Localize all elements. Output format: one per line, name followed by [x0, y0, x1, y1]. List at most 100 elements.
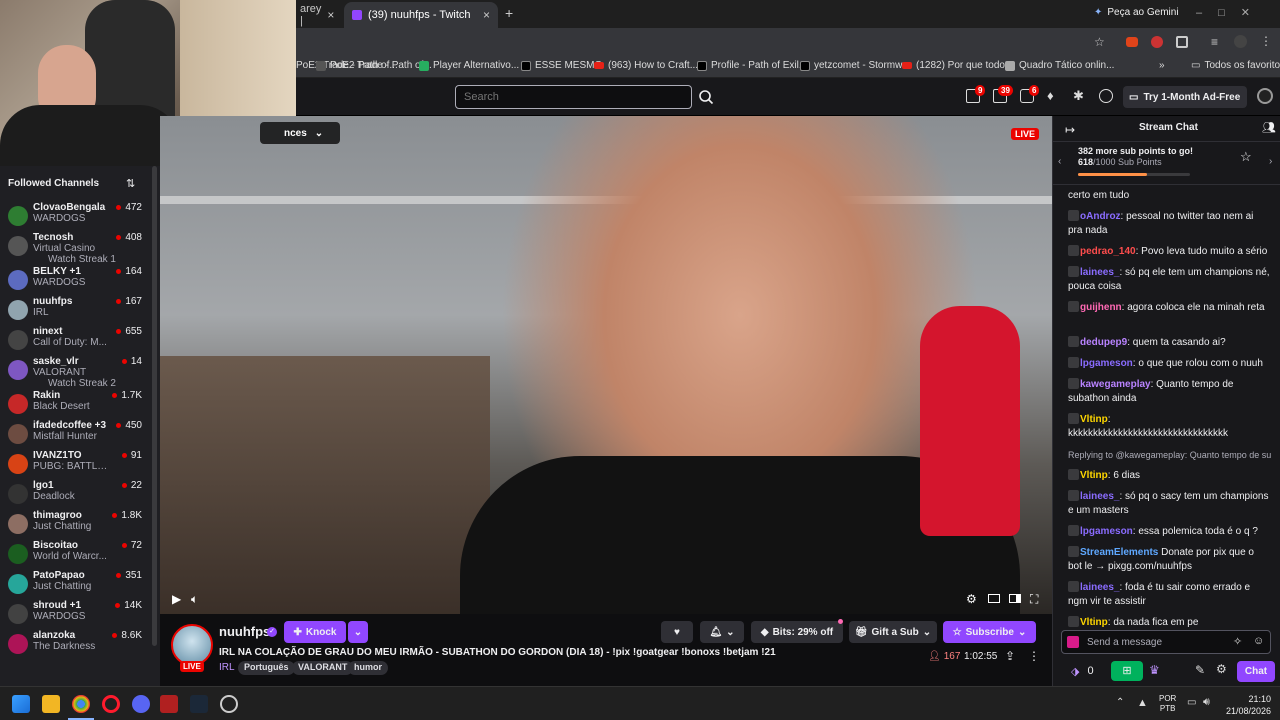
- sidebar-channel-item[interactable]: Rakin Black Desert 1.7K: [0, 390, 152, 420]
- search-button[interactable]: [694, 85, 718, 109]
- chat-username[interactable]: dedupep9: [1080, 337, 1127, 348]
- chat-username[interactable]: StreamElements: [1080, 547, 1158, 558]
- sidebar-channel-item[interactable]: BELKY +1 WARDOGS 164: [0, 266, 152, 296]
- emote-sparkle-icon[interactable]: ✧: [1233, 635, 1242, 648]
- sidebar-channel-item[interactable]: shroud +1 WARDOGS 14K: [0, 600, 152, 630]
- chat-username[interactable]: kawegameplay: [1080, 379, 1151, 390]
- mute-icon[interactable]: 🔈︎: [191, 592, 198, 607]
- sidebar-scrollbar[interactable]: [152, 166, 157, 646]
- sidebar-channel-item[interactable]: Biscoitao World of Warcr... 72: [0, 540, 152, 570]
- search-input[interactable]: [455, 85, 692, 109]
- close-tab-icon[interactable]: ×: [327, 8, 334, 22]
- new-tab-button[interactable]: +: [505, 5, 513, 21]
- volume-icon[interactable]: 🔊︎: [1203, 696, 1210, 709]
- share-icon[interactable]: ⇪: [1005, 649, 1015, 663]
- language-indicator[interactable]: POR PTB: [1159, 694, 1176, 714]
- chat-username[interactable]: Vltinp: [1080, 617, 1108, 628]
- category-link[interactable]: IRL: [219, 662, 235, 673]
- play-icon[interactable]: ▶: [172, 592, 181, 606]
- chat-username[interactable]: pedrao_140: [1080, 246, 1136, 257]
- windows-start-icon[interactable]: [12, 695, 30, 713]
- bookmark-item[interactable]: ESSE MESMO: [521, 60, 602, 71]
- bookmarks-overflow[interactable]: »: [1159, 60, 1165, 71]
- chrome-icon[interactable]: [72, 695, 90, 713]
- file-explorer-icon[interactable]: [42, 695, 60, 713]
- bookmark-item[interactable]: (1282) Por que todo...: [902, 60, 1013, 71]
- user-avatar[interactable]: [1257, 88, 1273, 104]
- window-controls[interactable]: –□✕: [1196, 6, 1266, 19]
- knock-dropdown[interactable]: ⌄: [348, 621, 368, 643]
- emoji-icon[interactable]: ☺: [1253, 635, 1264, 647]
- browser-tab[interactable]: arey | ×: [292, 2, 342, 28]
- gemini-button[interactable]: ✦ Peça ao Gemini: [1094, 7, 1179, 18]
- drops-icon[interactable]: ✱: [1073, 89, 1087, 103]
- chat-username[interactable]: oAndroz: [1080, 211, 1121, 222]
- tray-app-icon[interactable]: ▲: [1137, 697, 1148, 709]
- video-player[interactable]: nces ⌄ LIVE ▶ 🔈︎ ⚙ ⛶: [160, 116, 1052, 614]
- bookmark-star-icon[interactable]: ☆: [1094, 35, 1105, 49]
- prediction-button[interactable]: ⊞: [1111, 661, 1143, 681]
- extensions-puzzle-icon[interactable]: [1176, 36, 1188, 48]
- bookmark-item[interactable]: Profile - Path of Exil...: [697, 60, 807, 71]
- bits-icon[interactable]: [1099, 89, 1113, 103]
- close-tab-icon[interactable]: ×: [483, 8, 490, 22]
- bookmark-item[interactable]: PoE2 Trade - Path of...: [316, 60, 432, 71]
- browser-tab-active[interactable]: (39) nuuhfps - Twitch ×: [344, 2, 498, 28]
- app-icon[interactable]: [220, 695, 238, 713]
- more-options-icon[interactable]: ⋮: [1028, 649, 1040, 663]
- chat-username[interactable]: Vltinp: [1080, 470, 1108, 481]
- extension-icon[interactable]: [1126, 37, 1138, 47]
- tag-chip[interactable]: humor: [348, 661, 388, 675]
- chat-username[interactable]: lpgameson: [1080, 358, 1133, 369]
- prime-crown-icon[interactable]: ♦: [1047, 89, 1061, 103]
- tag-chip[interactable]: VALORANT: [292, 661, 354, 675]
- knock-button[interactable]: ✚ Knock: [284, 621, 346, 643]
- bookmark-item[interactable]: Player Alternativo...: [419, 60, 519, 71]
- profile-avatar-icon[interactable]: [1234, 35, 1247, 48]
- chat-username[interactable]: lainees_: [1080, 267, 1119, 278]
- carousel-next-icon[interactable]: ›: [1269, 156, 1272, 167]
- star-icon[interactable]: ☆: [1240, 149, 1252, 165]
- subscribe-button[interactable]: ☆ Subscribe ⌄: [943, 621, 1036, 643]
- fullscreen-icon[interactable]: ⛶: [1030, 592, 1038, 607]
- carousel-prev-icon[interactable]: ‹: [1058, 156, 1061, 167]
- chat-username[interactable]: guijhenn: [1080, 302, 1122, 313]
- steam-icon[interactable]: [190, 695, 208, 713]
- channel-avatar[interactable]: [171, 624, 213, 666]
- sidebar-channel-item[interactable]: saske_vlr VALORANT Watch Streak 2 14: [0, 356, 152, 389]
- bookmark-item[interactable]: yetzcomet - Stormw...: [800, 60, 910, 71]
- sidebar-channel-item[interactable]: PatoPapao Just Chatting 351: [0, 570, 152, 600]
- network-icon[interactable]: ▭: [1187, 697, 1196, 708]
- settings-gear-icon[interactable]: ⚙: [966, 592, 977, 606]
- sort-icon[interactable]: ⇅: [126, 177, 135, 190]
- sidebar-channel-item[interactable]: lgo1 Deadlock 22: [0, 480, 152, 510]
- sidebar-channel-item[interactable]: thimagroo Just Chatting 1.8K: [0, 510, 152, 540]
- clock[interactable]: 21:10 21/08/2026: [1226, 693, 1271, 717]
- theater-mode-icon[interactable]: [988, 594, 1000, 603]
- sidebar-channel-item[interactable]: Tecnosh Virtual Casino Watch Streak 1 408: [0, 232, 152, 265]
- gift-sub-button[interactable]: 🎁︎ Gift a Sub ⌄: [849, 621, 937, 643]
- hype-icon[interactable]: ♛: [1149, 663, 1160, 677]
- sidebar-channel-item[interactable]: nuuhfps IRL 167: [0, 296, 152, 326]
- sidebar-channel-item[interactable]: IVANZ1TO PUBG: BATTLE... 91: [0, 450, 152, 480]
- collapse-chat-icon[interactable]: ↦: [1065, 123, 1075, 137]
- sidebar-toggle-icon[interactable]: [1009, 594, 1021, 603]
- chat-send-button[interactable]: Chat: [1237, 661, 1275, 682]
- discord-icon[interactable]: [132, 695, 150, 713]
- chat-username[interactable]: lainees_: [1080, 582, 1119, 593]
- chat-input-field[interactable]: Send a message ✧ ☺: [1061, 630, 1271, 654]
- chat-username[interactable]: Vltinp: [1080, 414, 1108, 425]
- overlay-label[interactable]: nces ⌄: [260, 122, 340, 144]
- tab-search-icon[interactable]: ≡: [1211, 35, 1218, 49]
- points-balance[interactable]: ⬗ 0: [1071, 665, 1094, 678]
- menu-kebab-icon[interactable]: ⋮: [1260, 34, 1272, 48]
- channel-name[interactable]: nuuhfps: [219, 624, 270, 639]
- chat-settings-gear-icon[interactable]: ⚙: [1216, 662, 1227, 676]
- obs-app-icon[interactable]: [160, 695, 178, 713]
- sidebar-channel-item[interactable]: alanzoka The Darkness 8.6K: [0, 630, 152, 660]
- sidebar-channel-item[interactable]: ninext Call of Duty: M... 655: [0, 326, 152, 356]
- all-favorites-folder[interactable]: ▭ Todos os favoritos: [1191, 60, 1280, 71]
- pencil-icon[interactable]: ✎: [1195, 663, 1205, 677]
- sidebar-channel-item[interactable]: ifadedcoffee +3 Mistfall Hunter 450: [0, 420, 152, 450]
- sidebar-channel-item[interactable]: ClovaoBengala WARDOGS 472: [0, 202, 152, 232]
